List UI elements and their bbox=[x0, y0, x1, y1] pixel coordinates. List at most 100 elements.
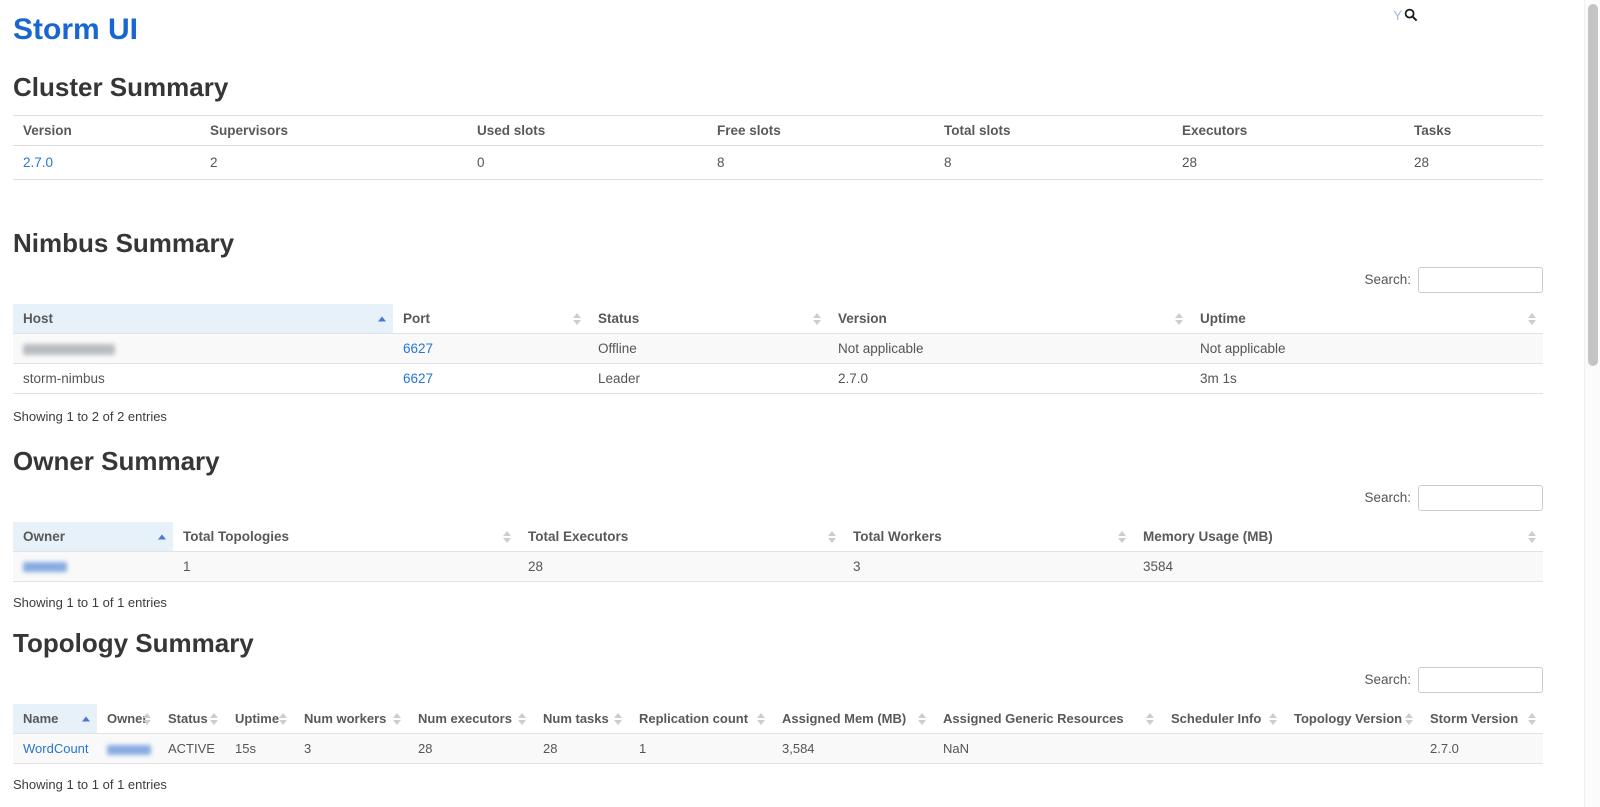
sort-icon bbox=[614, 713, 622, 725]
topology-entries-info: Showing 1 to 1 of 1 entries bbox=[13, 777, 1543, 792]
sort-icon bbox=[210, 713, 218, 725]
owner-summary-table: Owner Total Topologies Total Executors T… bbox=[13, 522, 1543, 582]
topology-summary-heading: Topology Summary bbox=[13, 628, 1543, 659]
redacted-owner-link[interactable] bbox=[107, 745, 151, 755]
topology-name-link[interactable]: WordCount bbox=[23, 741, 89, 756]
cluster-summary-heading: Cluster Summary bbox=[13, 72, 1543, 103]
topology-search-row: Search: bbox=[13, 666, 1543, 693]
sort-asc-icon bbox=[82, 716, 90, 721]
sort-icon bbox=[1528, 531, 1536, 543]
col-assigned-generic-resources[interactable]: Assigned Generic Resources bbox=[933, 704, 1161, 734]
nimbus-row-1: 6627 Offline Not applicable Not applicab… bbox=[13, 334, 1543, 364]
owner-search-input[interactable] bbox=[1418, 485, 1543, 511]
col-topo-status[interactable]: Status bbox=[158, 704, 225, 734]
executors-value: 28 bbox=[1172, 146, 1404, 180]
sort-icon bbox=[1528, 313, 1536, 325]
tasks-value: 28 bbox=[1404, 146, 1543, 180]
sort-icon bbox=[918, 713, 926, 725]
port-link[interactable]: 6627 bbox=[403, 371, 433, 386]
col-replication-count[interactable]: Replication count bbox=[629, 704, 772, 734]
sort-icon bbox=[813, 313, 821, 325]
host-value: storm-nimbus bbox=[13, 364, 393, 394]
col-memory-usage[interactable]: Memory Usage (MB) bbox=[1133, 522, 1543, 552]
supervisors-value: 2 bbox=[200, 146, 467, 180]
sort-icon bbox=[1146, 713, 1154, 725]
assigned-generic-value: NaN bbox=[933, 734, 1161, 764]
col-owner[interactable]: Owner bbox=[13, 522, 173, 552]
cluster-header-row: Version Supervisors Used slots Free slot… bbox=[13, 116, 1543, 146]
col-nimbus-version[interactable]: Version bbox=[828, 304, 1190, 334]
col-storm-version[interactable]: Storm Version bbox=[1420, 704, 1543, 734]
nimbus-row-2: storm-nimbus 6627 Leader 2.7.0 3m 1s bbox=[13, 364, 1543, 394]
storm-version-value: 2.7.0 bbox=[1420, 734, 1543, 764]
col-name[interactable]: Name bbox=[13, 704, 97, 734]
topology-search-label: Search: bbox=[1364, 672, 1411, 687]
col-status[interactable]: Status bbox=[588, 304, 828, 334]
topo-status-value: ACTIVE bbox=[158, 734, 225, 764]
col-assigned-mem[interactable]: Assigned Mem (MB) bbox=[772, 704, 933, 734]
col-host[interactable]: Host bbox=[13, 304, 393, 334]
col-supervisors: Supervisors bbox=[200, 116, 467, 146]
used-slots-value: 0 bbox=[467, 146, 707, 180]
col-total-workers[interactable]: Total Workers bbox=[843, 522, 1133, 552]
col-free-slots: Free slots bbox=[707, 116, 934, 146]
uptime-value: 3m 1s bbox=[1190, 364, 1543, 394]
total-executors-value: 28 bbox=[518, 552, 843, 582]
app-title[interactable]: Storm UI bbox=[13, 13, 1543, 47]
nimbus-summary-heading: Nimbus Summary bbox=[13, 228, 1543, 259]
scrollbar-thumb[interactable] bbox=[1588, 4, 1598, 366]
sort-icon bbox=[503, 531, 511, 543]
nimbus-summary-table: Host Port Status Version Uptime 6627 Off… bbox=[13, 304, 1543, 394]
version-link[interactable]: 2.7.0 bbox=[23, 155, 53, 170]
nimbus-search-input[interactable] bbox=[1418, 267, 1543, 293]
owner-search-label: Search: bbox=[1364, 490, 1411, 505]
col-total-topologies[interactable]: Total Topologies bbox=[173, 522, 518, 552]
topology-search-input[interactable] bbox=[1418, 667, 1543, 693]
col-num-tasks[interactable]: Num tasks bbox=[533, 704, 629, 734]
col-total-executors[interactable]: Total Executors bbox=[518, 522, 843, 552]
num-executors-value: 28 bbox=[408, 734, 533, 764]
sort-icon bbox=[757, 713, 765, 725]
col-uptime[interactable]: Uptime bbox=[1190, 304, 1543, 334]
col-port[interactable]: Port bbox=[393, 304, 588, 334]
version-value: 2.7.0 bbox=[828, 364, 1190, 394]
redacted-owner-link[interactable] bbox=[23, 562, 67, 572]
topology-summary-table: Name Owner Status Uptime Num workers Num… bbox=[13, 704, 1543, 764]
sort-icon bbox=[1175, 313, 1183, 325]
free-slots-value: 8 bbox=[707, 146, 934, 180]
sort-icon bbox=[1405, 713, 1413, 725]
port-link[interactable]: 6627 bbox=[403, 341, 433, 356]
sort-icon bbox=[1269, 713, 1277, 725]
owner-summary-heading: Owner Summary bbox=[13, 446, 1543, 477]
col-scheduler-info[interactable]: Scheduler Info bbox=[1161, 704, 1284, 734]
sort-icon bbox=[573, 313, 581, 325]
owner-data-row: 1 28 3 3584 bbox=[13, 552, 1543, 582]
nimbus-header-row: Host Port Status Version Uptime bbox=[13, 304, 1543, 334]
col-num-workers[interactable]: Num workers bbox=[294, 704, 408, 734]
scrollbar-track[interactable] bbox=[1584, 0, 1600, 807]
col-executors: Executors bbox=[1172, 116, 1404, 146]
owner-search-row: Search: bbox=[13, 484, 1543, 511]
num-workers-value: 3 bbox=[294, 734, 408, 764]
col-topo-uptime[interactable]: Uptime bbox=[225, 704, 294, 734]
replication-count-value: 1 bbox=[629, 734, 772, 764]
cluster-data-row: 2.7.0 2 0 8 8 28 28 bbox=[13, 146, 1543, 180]
col-num-executors[interactable]: Num executors bbox=[408, 704, 533, 734]
col-used-slots: Used slots bbox=[467, 116, 707, 146]
col-total-slots: Total slots bbox=[934, 116, 1172, 146]
uptime-value: Not applicable bbox=[1190, 334, 1543, 364]
sort-icon bbox=[143, 713, 151, 725]
col-topology-version[interactable]: Topology Version bbox=[1284, 704, 1420, 734]
status-value: Leader bbox=[588, 364, 828, 394]
col-topo-owner[interactable]: Owner bbox=[97, 704, 158, 734]
nimbus-search-row: Search: bbox=[13, 266, 1543, 293]
col-version: Version bbox=[13, 116, 200, 146]
owner-entries-info: Showing 1 to 1 of 1 entries bbox=[13, 595, 1543, 610]
topology-data-row: WordCount ACTIVE 15s 3 28 28 1 3,584 NaN… bbox=[13, 734, 1543, 764]
col-tasks: Tasks bbox=[1404, 116, 1543, 146]
owner-header-row: Owner Total Topologies Total Executors T… bbox=[13, 522, 1543, 552]
cluster-summary-table: Version Supervisors Used slots Free slot… bbox=[13, 115, 1543, 180]
total-topologies-value: 1 bbox=[173, 552, 518, 582]
total-slots-value: 8 bbox=[934, 146, 1172, 180]
topo-uptime-value: 15s bbox=[225, 734, 294, 764]
